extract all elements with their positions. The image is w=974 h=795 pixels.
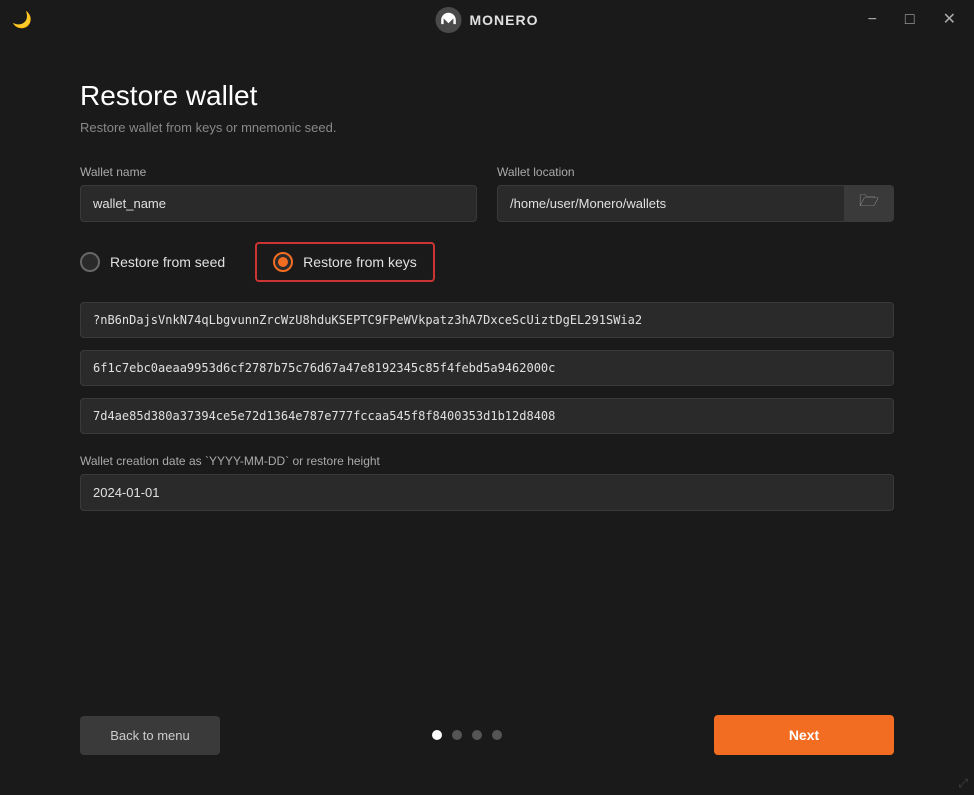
restore-seed-option[interactable]: Restore from seed xyxy=(80,252,225,272)
key-field-3[interactable] xyxy=(80,398,894,434)
page-title: Restore wallet xyxy=(80,80,894,112)
pagination-dot-4 xyxy=(492,730,502,740)
restore-seed-radio[interactable] xyxy=(80,252,100,272)
folder-icon: 🗁 xyxy=(859,193,879,210)
wallet-location-input-wrapper: 🗁 xyxy=(497,185,894,222)
app-title: MONERO xyxy=(470,12,539,28)
pagination-dot-3 xyxy=(472,730,482,740)
wallet-name-group: Wallet name xyxy=(80,165,477,222)
next-button[interactable]: Next xyxy=(714,715,894,755)
titlebar-controls: − □ ✕ xyxy=(862,8,962,32)
monero-logo-icon xyxy=(436,7,462,33)
wallet-location-group: Wallet location 🗁 xyxy=(497,165,894,222)
browse-button[interactable]: 🗁 xyxy=(845,185,894,222)
titlebar: 🌙 MONERO − □ ✕ xyxy=(0,0,974,40)
titlebar-center: MONERO xyxy=(436,7,539,33)
pagination-dot-1 xyxy=(432,730,442,740)
page-subtitle: Restore wallet from keys or mnemonic see… xyxy=(80,120,894,135)
main-content: Restore wallet Restore wallet from keys … xyxy=(0,40,974,571)
wallet-name-input[interactable] xyxy=(80,185,477,222)
pagination-dots xyxy=(432,730,502,740)
key-field-1[interactable] xyxy=(80,302,894,338)
resize-handle-icon[interactable]: ⤢ xyxy=(958,776,968,791)
wallet-name-label: Wallet name xyxy=(80,165,477,179)
wallet-info-row: Wallet name Wallet location 🗁 xyxy=(80,165,894,222)
restore-keys-option[interactable]: Restore from keys xyxy=(255,242,435,282)
date-label: Wallet creation date as `YYYY-MM-DD` or … xyxy=(80,454,894,468)
theme-icon: 🌙 xyxy=(12,10,32,30)
maximize-button[interactable]: □ xyxy=(899,8,921,32)
close-button[interactable]: ✕ xyxy=(937,8,962,32)
back-to-menu-button[interactable]: Back to menu xyxy=(80,716,220,755)
date-group: Wallet creation date as `YYYY-MM-DD` or … xyxy=(80,454,894,511)
restore-keys-radio-dot xyxy=(278,257,288,267)
wallet-location-input[interactable] xyxy=(497,185,845,222)
restore-keys-radio[interactable] xyxy=(273,252,293,272)
wallet-location-label: Wallet location xyxy=(497,165,894,179)
restore-seed-label: Restore from seed xyxy=(110,254,225,270)
restore-options-row: Restore from seed Restore from keys xyxy=(80,242,894,282)
bottom-bar: Back to menu Next xyxy=(80,715,894,755)
minimize-button[interactable]: − xyxy=(862,8,883,32)
key-fields-container xyxy=(80,302,894,434)
key-field-2[interactable] xyxy=(80,350,894,386)
pagination-dot-2 xyxy=(452,730,462,740)
restore-keys-label: Restore from keys xyxy=(303,254,417,270)
date-input[interactable] xyxy=(80,474,894,511)
